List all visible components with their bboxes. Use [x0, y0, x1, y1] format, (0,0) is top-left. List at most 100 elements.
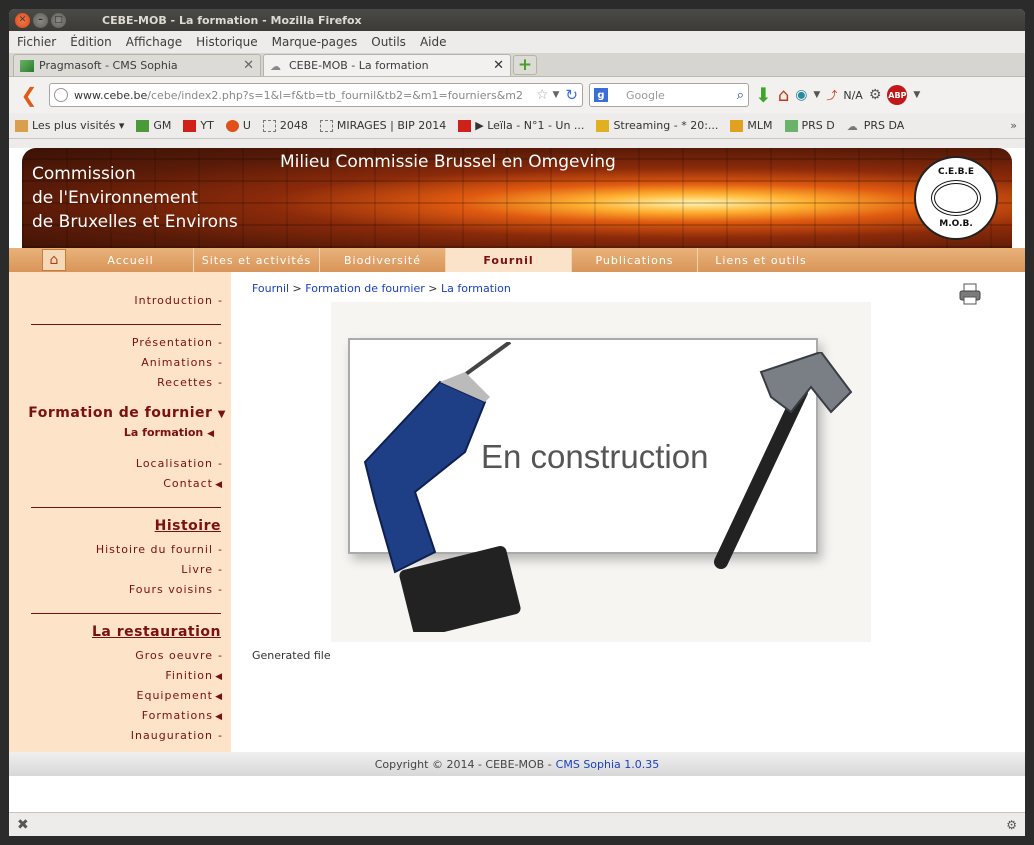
- copyright-text: Copyright © 2014 - CEBE-MOB -: [374, 757, 552, 771]
- chart-addon-icon[interactable]: ⤴: [826, 87, 837, 103]
- bookmark-leila[interactable]: ▶ Leïla - N°1 - Un ...: [458, 119, 584, 132]
- cebe-logo[interactable]: C.E.B.E M.O.B.: [914, 156, 998, 240]
- cloud-icon: ☁: [846, 119, 858, 133]
- sidebar-item-finition[interactable]: Finition ◀: [165, 669, 223, 682]
- addon-status-icon[interactable]: ⚙: [1006, 818, 1017, 832]
- sidebar-item-fours-voisins[interactable]: Fours voisins -: [129, 583, 223, 596]
- sidebar-item-histoire-fournil[interactable]: Histoire du fournil -: [96, 543, 223, 556]
- site-navigation: ⌂ Accueil Sites et activités Biodiversit…: [9, 248, 1025, 272]
- google-icon: g: [594, 88, 608, 102]
- menu-bar: Fichier Édition Affichage Historique Mar…: [9, 31, 1025, 53]
- menu-dropdown-icon[interactable]: ▼: [913, 90, 920, 100]
- bookmark-streaming[interactable]: Streaming - * 20:...: [596, 119, 718, 132]
- bookmark-mirages[interactable]: MIRAGES | BIP 2014: [319, 119, 446, 132]
- bookmarks-toolbar: Les plus visités ▾ GM YT U 2048 MIRAGES …: [9, 113, 1025, 139]
- sidebar-item-gros-oeuvre[interactable]: Gros oeuvre -: [135, 649, 223, 662]
- menu-affichage[interactable]: Affichage: [126, 35, 182, 49]
- folder-icon: [15, 119, 28, 132]
- sidebar-divider: [31, 507, 221, 508]
- puzzle-addon-icon[interactable]: ⚙: [869, 87, 882, 103]
- breadcrumb-fournil[interactable]: Fournil: [252, 282, 289, 295]
- nav-fournil[interactable]: Fournil: [446, 248, 572, 272]
- breadcrumb-la-formation[interactable]: La formation: [441, 282, 511, 295]
- sidebar-item-formations[interactable]: Formations ◀: [142, 709, 223, 722]
- sidebar: Introduction - Présentation - Animations - …: [9, 272, 231, 752]
- youtube-icon: [183, 119, 197, 132]
- close-addon-bar-icon[interactable]: ✖: [17, 817, 29, 833]
- sidebar-item-equipement[interactable]: Equipement ◀: [137, 689, 223, 702]
- tab-cebe[interactable]: ☁ CEBE-MOB - La formation ✕: [263, 54, 511, 76]
- sidebar-item-contact[interactable]: Contact ◀: [163, 477, 223, 490]
- ubuntu-icon: [225, 119, 239, 132]
- sidebar-item-introduction[interactable]: Introduction -: [134, 294, 223, 307]
- close-tab-icon[interactable]: ✕: [243, 58, 254, 73]
- bookmark-yt[interactable]: YT: [183, 119, 214, 132]
- bookmark-gm[interactable]: GM: [136, 119, 171, 132]
- cms-link[interactable]: CMS Sophia 1.0.35: [556, 758, 660, 771]
- bookmark-mlm[interactable]: MLM: [730, 119, 773, 132]
- na-label: N/A: [843, 88, 863, 102]
- dropdown-icon[interactable]: ▼: [553, 90, 560, 100]
- printer-icon[interactable]: [957, 282, 983, 306]
- reload-icon[interactable]: ↻: [565, 86, 578, 104]
- maximize-window-icon[interactable]: □: [51, 12, 66, 28]
- nav-biodiversite[interactable]: Biodiversité: [320, 248, 446, 272]
- bookmark-star-icon[interactable]: ☆: [536, 87, 549, 103]
- sidebar-item-presentation[interactable]: Présentation -: [132, 336, 223, 349]
- generated-file-text: Generated file: [252, 649, 331, 662]
- back-arrow-icon[interactable]: ❮: [15, 83, 43, 107]
- sidebar-group-formation[interactable]: Formation de fournier ▼: [28, 405, 226, 421]
- more-bookmarks-icon[interactable]: »: [1010, 119, 1017, 132]
- cloud-favicon-icon: ☁: [270, 59, 281, 73]
- bookmark-2048[interactable]: 2048: [262, 119, 308, 132]
- menu-aide[interactable]: Aide: [420, 35, 447, 49]
- menu-fichier[interactable]: Fichier: [17, 35, 56, 49]
- tab-pragmasoft[interactable]: Pragmasoft - CMS Sophia ✕: [13, 54, 261, 76]
- bookmark-prs-da[interactable]: ☁ PRS DA: [846, 119, 905, 133]
- search-placeholder: Google: [626, 88, 665, 102]
- adblock-icon[interactable]: ABP: [887, 85, 908, 105]
- menu-outils[interactable]: Outils: [371, 35, 406, 49]
- search-icon[interactable]: ⌕: [737, 88, 744, 103]
- download-icon[interactable]: ⬇: [755, 83, 772, 107]
- nav-accueil[interactable]: Accueil: [68, 248, 194, 272]
- caret-left-icon: ◀: [207, 429, 214, 439]
- nav-publications[interactable]: Publications: [572, 248, 698, 272]
- close-tab-icon[interactable]: ✕: [493, 58, 504, 73]
- url-bar[interactable]: www.cebe.be/cebe/index2.php?s=1&l=f&tb=t…: [49, 83, 583, 107]
- url-text[interactable]: www.cebe.be/cebe/index2.php?s=1&l=f&tb=t…: [74, 89, 532, 102]
- sidebar-item-livre[interactable]: Livre -: [181, 563, 223, 576]
- breadcrumb-formation[interactable]: Formation de fournier: [305, 282, 425, 295]
- prs-icon: [784, 119, 798, 132]
- sidebar-divider: [31, 324, 221, 325]
- bookmark-u[interactable]: U: [225, 119, 251, 132]
- menu-marque-pages[interactable]: Marque-pages: [272, 35, 358, 49]
- addon-dropdown-icon[interactable]: ▼: [813, 90, 820, 100]
- search-box[interactable]: g Google ⌕: [589, 83, 749, 107]
- sidebar-item-localisation[interactable]: Localisation -: [136, 457, 223, 470]
- bookmark-most-visited[interactable]: Les plus visités ▾: [15, 119, 124, 132]
- minimize-window-icon[interactable]: –: [33, 12, 48, 28]
- tab-bar: Pragmasoft - CMS Sophia ✕ ☁ CEBE-MOB - L…: [9, 53, 1025, 77]
- page-icon: [262, 119, 276, 132]
- sidebar-heading-restauration[interactable]: La restauration: [92, 624, 221, 640]
- nav-liens-outils[interactable]: Liens et outils: [698, 248, 824, 272]
- bookmark-prs-d[interactable]: PRS D: [784, 119, 835, 132]
- sidebar-item-animations[interactable]: Animations -: [141, 356, 223, 369]
- sidebar-item-recettes[interactable]: Recettes -: [157, 376, 223, 389]
- sidebar-item-inauguration[interactable]: Inauguration -: [131, 729, 223, 742]
- sidebar-heading-histoire[interactable]: Histoire: [155, 518, 221, 534]
- navigation-toolbar: ❮ www.cebe.be/cebe/index2.php?s=1&l=f&tb…: [9, 77, 1025, 113]
- title-bar: ✕ – □ CEBE-MOB - La formation - Mozilla …: [9, 9, 1025, 31]
- nav-sites-activites[interactable]: Sites et activités: [194, 248, 320, 272]
- menu-historique[interactable]: Historique: [196, 35, 258, 49]
- sidebar-item-la-formation[interactable]: La formation ◀: [124, 426, 214, 439]
- caret-left-icon: ◀: [215, 480, 223, 490]
- home-icon[interactable]: ⌂: [778, 85, 789, 106]
- new-tab-button[interactable]: +: [513, 55, 537, 75]
- menu-edition[interactable]: Édition: [70, 35, 112, 49]
- home-nav-icon[interactable]: ⌂: [42, 249, 66, 271]
- close-window-icon[interactable]: ✕: [15, 12, 30, 28]
- construction-text: En construction: [481, 438, 709, 475]
- addon-globe-icon[interactable]: ◉: [795, 87, 807, 103]
